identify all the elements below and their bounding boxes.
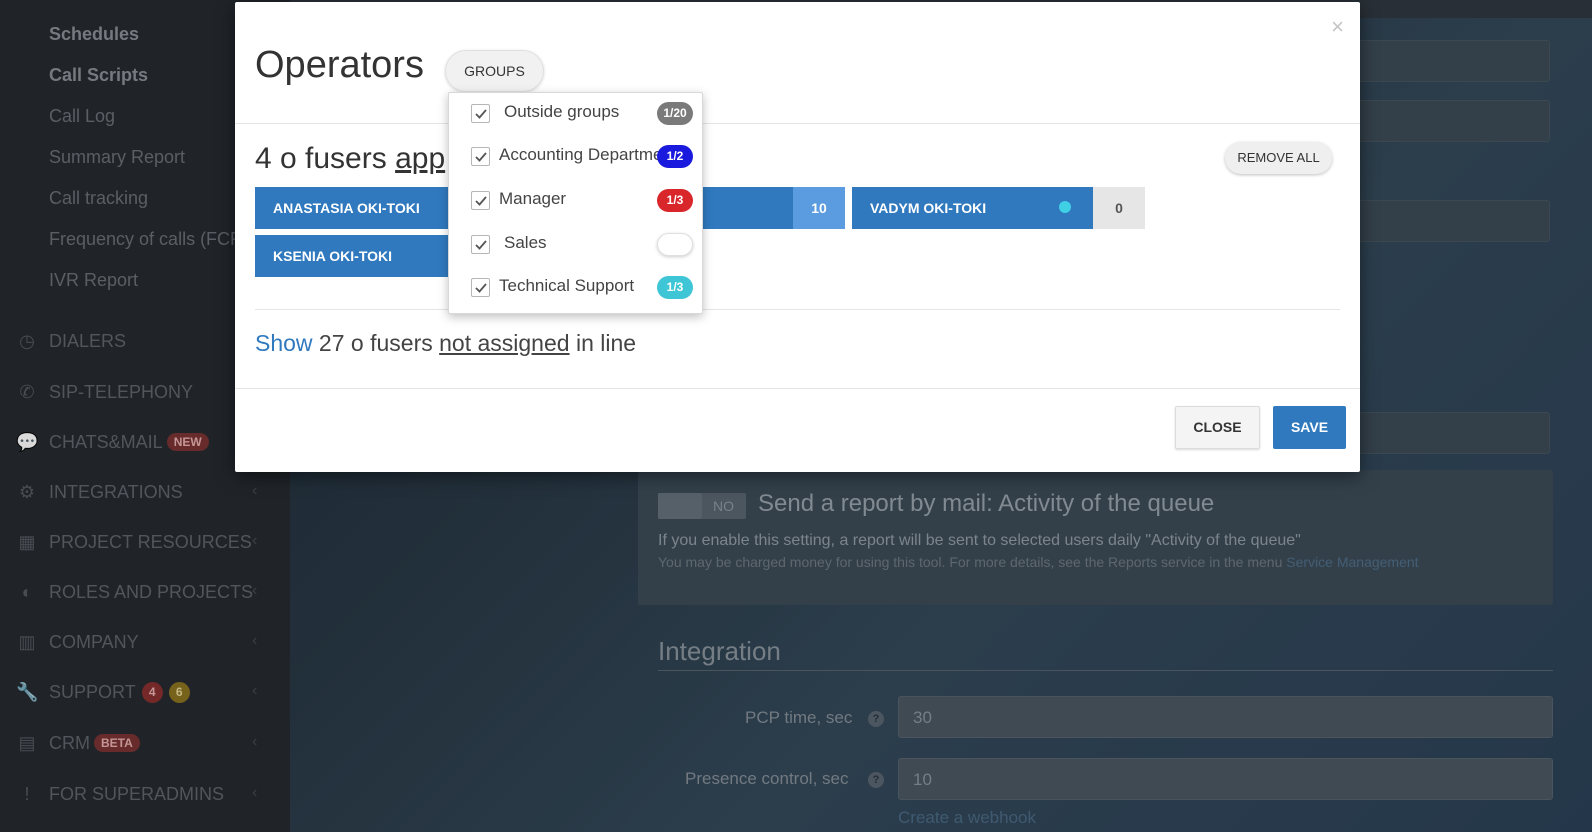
group-name: Outside groups <box>504 102 620 121</box>
show-unassigned-link[interactable]: Show <box>255 330 313 356</box>
operator-name: VADYM OKI-TOKI <box>870 200 987 216</box>
modal-title: Operators <box>255 44 424 86</box>
group-checkbox[interactable] <box>471 278 490 297</box>
group-item-accounting[interactable]: Accounting Department 1/2 <box>449 136 704 176</box>
operator-name: ANASTASIA OKI-TOKI <box>273 200 420 216</box>
group-item-outside-groups[interactable]: Outside groups 1/20 <box>449 93 704 133</box>
assigned-users-underlined: app <box>395 142 446 175</box>
group-count-badge: 1/3 <box>657 276 693 299</box>
divider <box>235 123 1360 124</box>
close-icon[interactable]: × <box>1331 14 1344 40</box>
assigned-users-count: 4 o fusers <box>255 142 396 175</box>
divider <box>255 309 1340 310</box>
group-item-sales[interactable]: Sales <box>449 224 704 264</box>
checkmark-icon <box>475 196 487 206</box>
group-checkbox[interactable] <box>471 147 490 166</box>
unassigned-count: 27 o fusers <box>312 330 440 356</box>
divider <box>235 388 1360 389</box>
close-button[interactable]: CLOSE <box>1175 406 1260 449</box>
not-assigned-text: not assigned <box>439 330 570 356</box>
operator-name: KSENIA OKI-TOKI <box>273 248 393 264</box>
group-count-badge: 1/20 <box>657 102 693 125</box>
group-name: Technical Support <box>499 276 635 295</box>
group-item-technical-support[interactable]: Technical Support 1/3 <box>449 267 704 307</box>
groups-dropdown: Outside groups 1/20 Accounting Departmen… <box>448 92 703 314</box>
checkmark-icon <box>475 283 487 293</box>
group-checkbox[interactable] <box>471 104 490 123</box>
checkmark-icon <box>475 240 487 250</box>
operator-priority[interactable]: 0 <box>1093 187 1145 229</box>
groups-button[interactable]: GROUPS <box>445 50 544 92</box>
operators-modal: × Operators GROUPS 4 o fusers app REMOVE… <box>235 2 1360 472</box>
operator-chip[interactable]: VADYM OKI-TOKI 0 <box>852 187 1145 229</box>
in-line-text: in line <box>569 330 637 356</box>
group-count-badge <box>657 233 693 256</box>
online-status-dot <box>1059 201 1071 213</box>
group-name: Sales <box>504 233 547 252</box>
checkmark-icon <box>475 109 487 119</box>
group-count-badge: 1/2 <box>657 145 693 168</box>
group-count-badge: 1/3 <box>657 189 693 212</box>
remove-all-button[interactable]: REMOVE ALL <box>1225 142 1332 174</box>
group-item-manager[interactable]: Manager 1/3 <box>449 180 704 220</box>
operator-priority[interactable]: 10 <box>793 187 845 229</box>
save-button[interactable]: SAVE <box>1273 406 1346 449</box>
checkmark-icon <box>475 152 487 162</box>
assigned-users-heading: 4 o fusers app <box>255 142 445 176</box>
group-checkbox[interactable] <box>471 191 490 210</box>
group-name: Accounting Department <box>499 145 664 164</box>
unassigned-users-line: Show 27 o fusers not assigned in line <box>255 330 636 357</box>
group-checkbox[interactable] <box>471 235 490 254</box>
group-name: Manager <box>499 189 567 208</box>
